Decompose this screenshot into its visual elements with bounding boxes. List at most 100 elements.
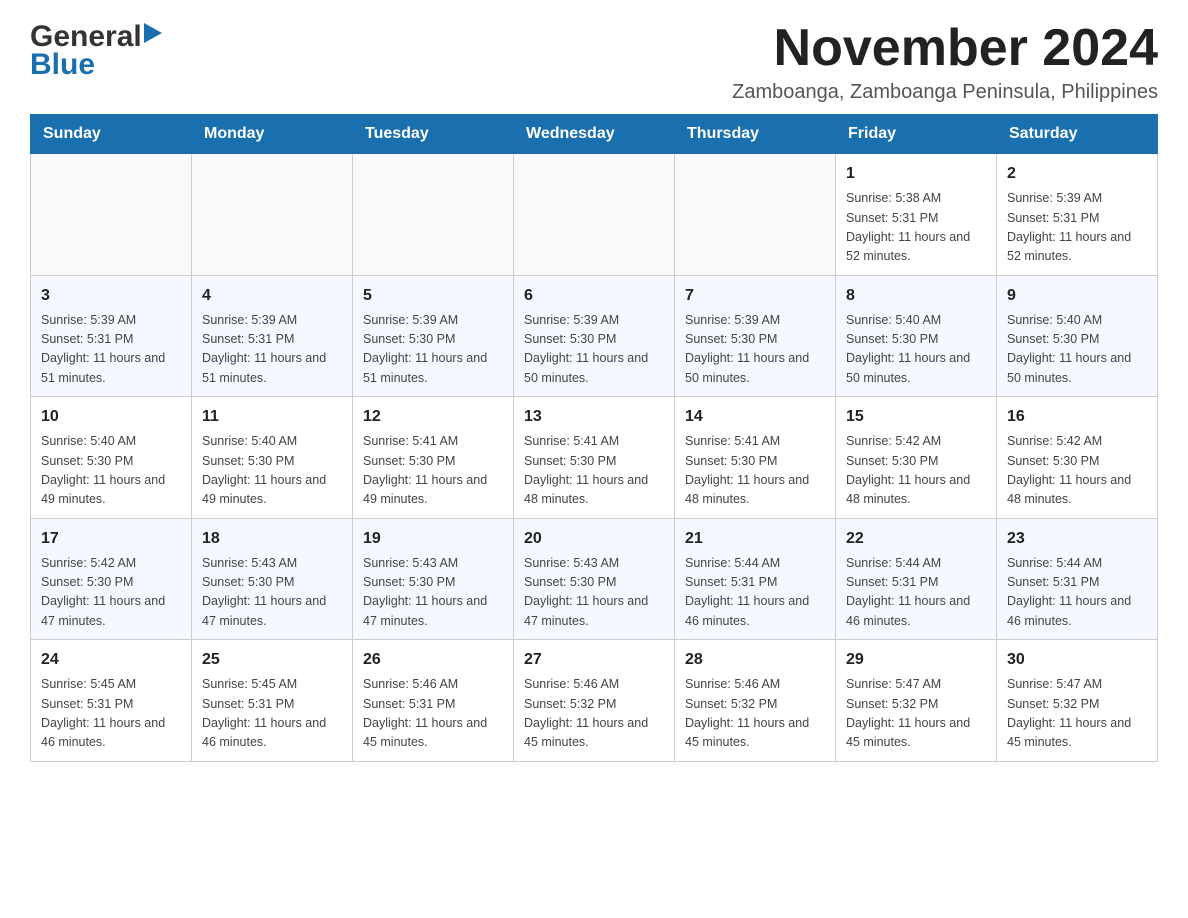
day-info: Sunrise: 5:39 AM Sunset: 5:31 PM Dayligh… <box>41 311 181 389</box>
day-info: Sunrise: 5:47 AM Sunset: 5:32 PM Dayligh… <box>1007 675 1147 753</box>
day-number: 9 <box>1007 284 1147 308</box>
calendar-cell: 21 Sunrise: 5:44 AM Sunset: 5:31 PM Dayli… <box>675 518 836 640</box>
calendar-cell: 3 Sunrise: 5:39 AM Sunset: 5:31 PM Daylig… <box>31 275 192 397</box>
day-number: 22 <box>846 527 986 551</box>
title-block: November 2024 Zamboanga, Zamboanga Penin… <box>732 20 1158 104</box>
col-monday: Monday <box>192 115 353 154</box>
day-info: Sunrise: 5:44 AM Sunset: 5:31 PM Dayligh… <box>846 554 986 632</box>
day-info: Sunrise: 5:40 AM Sunset: 5:30 PM Dayligh… <box>846 311 986 389</box>
day-info: Sunrise: 5:41 AM Sunset: 5:30 PM Dayligh… <box>685 432 825 510</box>
calendar-cell: 5 Sunrise: 5:39 AM Sunset: 5:30 PM Daylig… <box>353 275 514 397</box>
day-info: Sunrise: 5:46 AM Sunset: 5:32 PM Dayligh… <box>685 675 825 753</box>
day-info: Sunrise: 5:39 AM Sunset: 5:30 PM Dayligh… <box>685 311 825 389</box>
calendar-cell: 30 Sunrise: 5:47 AM Sunset: 5:32 PM Dayli… <box>997 640 1158 762</box>
logo-blue-text: Blue <box>30 48 95 82</box>
day-info: Sunrise: 5:42 AM Sunset: 5:30 PM Dayligh… <box>846 432 986 510</box>
calendar-cell: 1Sunrise: 5:38 AM Sunset: 5:31 PM Daylig… <box>836 154 997 276</box>
page-header: General Blue November 2024 Zamboanga, Za… <box>30 20 1158 104</box>
day-number: 11 <box>202 405 342 429</box>
col-tuesday: Tuesday <box>353 115 514 154</box>
calendar-cell: 26Sunrise: 5:46 AM Sunset: 5:31 PM Dayli… <box>353 640 514 762</box>
calendar-cell <box>192 154 353 276</box>
day-number: 6 <box>524 284 664 308</box>
day-number: 1 <box>846 162 986 186</box>
day-number: 29 <box>846 648 986 672</box>
calendar-cell: 8 Sunrise: 5:40 AM Sunset: 5:30 PM Daylig… <box>836 275 997 397</box>
day-number: 25 <box>202 648 342 672</box>
day-info: Sunrise: 5:44 AM Sunset: 5:31 PM Dayligh… <box>685 554 825 632</box>
col-saturday: Saturday <box>997 115 1158 154</box>
day-info: Sunrise: 5:42 AM Sunset: 5:30 PM Dayligh… <box>41 554 181 632</box>
calendar-week-row: 3 Sunrise: 5:39 AM Sunset: 5:31 PM Daylig… <box>31 275 1158 397</box>
calendar-cell <box>675 154 836 276</box>
day-number: 23 <box>1007 527 1147 551</box>
calendar-cell: 14 Sunrise: 5:41 AM Sunset: 5:30 PM Dayli… <box>675 397 836 519</box>
day-info: Sunrise: 5:40 AM Sunset: 5:30 PM Dayligh… <box>41 432 181 510</box>
calendar-week-row: 10 Sunrise: 5:40 AM Sunset: 5:30 PM Dayli… <box>31 397 1158 519</box>
day-info: Sunrise: 5:41 AM Sunset: 5:30 PM Dayligh… <box>524 432 664 510</box>
calendar-cell: 24 Sunrise: 5:45 AM Sunset: 5:31 PM Dayli… <box>31 640 192 762</box>
calendar-cell: 29 Sunrise: 5:47 AM Sunset: 5:32 PM Dayli… <box>836 640 997 762</box>
calendar-cell: 13 Sunrise: 5:41 AM Sunset: 5:30 PM Dayli… <box>514 397 675 519</box>
location-subtitle: Zamboanga, Zamboanga Peninsula, Philippi… <box>732 81 1158 104</box>
day-info: Sunrise: 5:39 AM Sunset: 5:31 PM Dayligh… <box>1007 189 1147 267</box>
calendar-cell: 20 Sunrise: 5:43 AM Sunset: 5:30 PM Dayli… <box>514 518 675 640</box>
day-info: Sunrise: 5:41 AM Sunset: 5:30 PM Dayligh… <box>363 432 503 510</box>
calendar-cell: 16Sunrise: 5:42 AM Sunset: 5:30 PM Dayli… <box>997 397 1158 519</box>
day-number: 8 <box>846 284 986 308</box>
col-friday: Friday <box>836 115 997 154</box>
calendar-week-row: 17 Sunrise: 5:42 AM Sunset: 5:30 PM Dayli… <box>31 518 1158 640</box>
day-info: Sunrise: 5:47 AM Sunset: 5:32 PM Dayligh… <box>846 675 986 753</box>
calendar-cell: 15 Sunrise: 5:42 AM Sunset: 5:30 PM Dayli… <box>836 397 997 519</box>
calendar-cell: 10 Sunrise: 5:40 AM Sunset: 5:30 PM Dayli… <box>31 397 192 519</box>
day-info: Sunrise: 5:40 AM Sunset: 5:30 PM Dayligh… <box>1007 311 1147 389</box>
calendar-table: Sunday Monday Tuesday Wednesday Thursday… <box>30 114 1158 762</box>
calendar-week-row: 1Sunrise: 5:38 AM Sunset: 5:31 PM Daylig… <box>31 154 1158 276</box>
day-number: 19 <box>363 527 503 551</box>
day-number: 24 <box>41 648 181 672</box>
calendar-cell: 6 Sunrise: 5:39 AM Sunset: 5:30 PM Daylig… <box>514 275 675 397</box>
calendar-cell: 27Sunrise: 5:46 AM Sunset: 5:32 PM Dayli… <box>514 640 675 762</box>
day-number: 14 <box>685 405 825 429</box>
day-number: 3 <box>41 284 181 308</box>
day-number: 15 <box>846 405 986 429</box>
col-thursday: Thursday <box>675 115 836 154</box>
day-info: Sunrise: 5:45 AM Sunset: 5:31 PM Dayligh… <box>41 675 181 753</box>
calendar-cell <box>514 154 675 276</box>
day-number: 10 <box>41 405 181 429</box>
col-sunday: Sunday <box>31 115 192 154</box>
calendar-cell: 2Sunrise: 5:39 AM Sunset: 5:31 PM Daylig… <box>997 154 1158 276</box>
calendar-cell: 12 Sunrise: 5:41 AM Sunset: 5:30 PM Dayli… <box>353 397 514 519</box>
calendar-cell <box>353 154 514 276</box>
day-number: 13 <box>524 405 664 429</box>
calendar-cell: 18 Sunrise: 5:43 AM Sunset: 5:30 PM Dayli… <box>192 518 353 640</box>
calendar-cell: 9 Sunrise: 5:40 AM Sunset: 5:30 PM Daylig… <box>997 275 1158 397</box>
month-year-title: November 2024 <box>732 20 1158 77</box>
day-info: Sunrise: 5:43 AM Sunset: 5:30 PM Dayligh… <box>202 554 342 632</box>
day-number: 20 <box>524 527 664 551</box>
logo: General Blue <box>30 20 162 82</box>
day-number: 21 <box>685 527 825 551</box>
calendar-header-row: Sunday Monday Tuesday Wednesday Thursday… <box>31 115 1158 154</box>
day-number: 28 <box>685 648 825 672</box>
day-number: 27 <box>524 648 664 672</box>
day-info: Sunrise: 5:39 AM Sunset: 5:30 PM Dayligh… <box>524 311 664 389</box>
day-number: 30 <box>1007 648 1147 672</box>
day-info: Sunrise: 5:40 AM Sunset: 5:30 PM Dayligh… <box>202 432 342 510</box>
calendar-cell: 17 Sunrise: 5:42 AM Sunset: 5:30 PM Dayli… <box>31 518 192 640</box>
logo-arrow-icon <box>144 23 162 48</box>
calendar-cell: 22 Sunrise: 5:44 AM Sunset: 5:31 PM Dayli… <box>836 518 997 640</box>
calendar-cell: 25Sunrise: 5:45 AM Sunset: 5:31 PM Dayli… <box>192 640 353 762</box>
col-wednesday: Wednesday <box>514 115 675 154</box>
day-info: Sunrise: 5:43 AM Sunset: 5:30 PM Dayligh… <box>363 554 503 632</box>
day-number: 16 <box>1007 405 1147 429</box>
day-number: 5 <box>363 284 503 308</box>
day-number: 17 <box>41 527 181 551</box>
calendar-cell <box>31 154 192 276</box>
day-number: 12 <box>363 405 503 429</box>
day-info: Sunrise: 5:39 AM Sunset: 5:30 PM Dayligh… <box>363 311 503 389</box>
day-info: Sunrise: 5:43 AM Sunset: 5:30 PM Dayligh… <box>524 554 664 632</box>
day-info: Sunrise: 5:46 AM Sunset: 5:31 PM Dayligh… <box>363 675 503 753</box>
day-number: 7 <box>685 284 825 308</box>
day-number: 18 <box>202 527 342 551</box>
